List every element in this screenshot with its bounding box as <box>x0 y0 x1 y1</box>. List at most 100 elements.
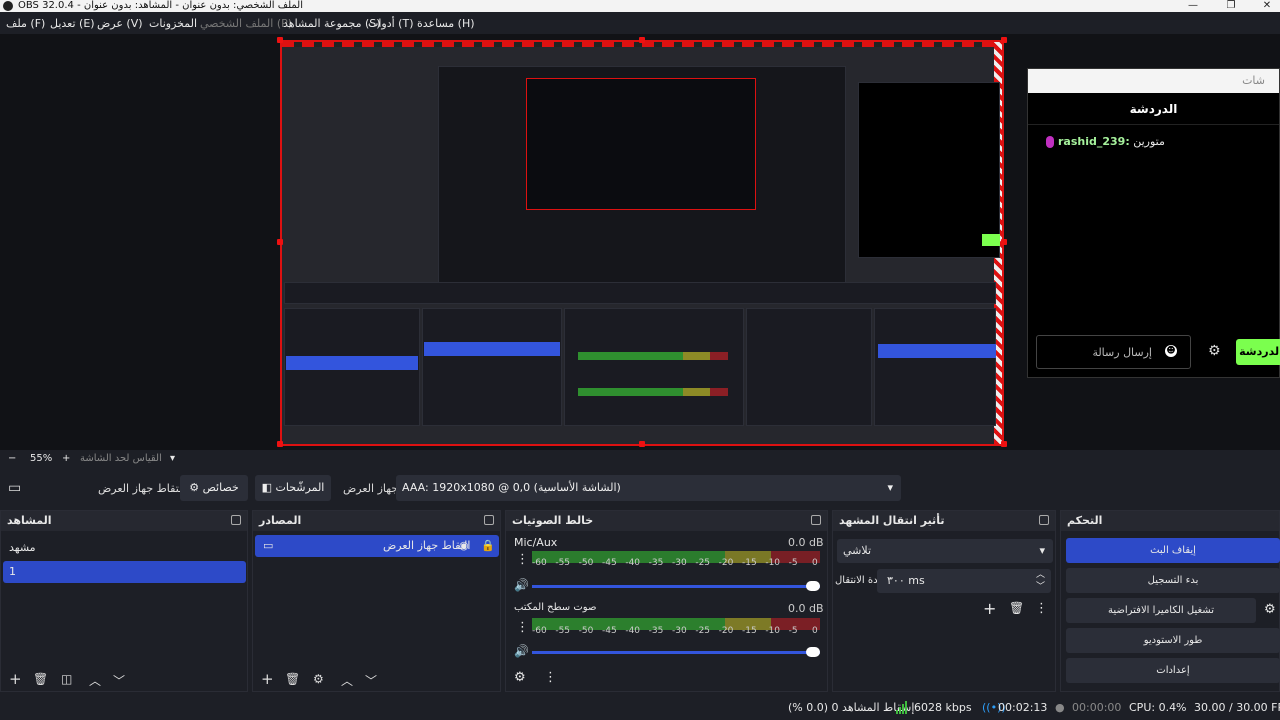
resize-handle-bl[interactable] <box>277 441 283 447</box>
speaker-icon[interactable]: 🔊 <box>514 578 529 592</box>
undock-icon[interactable] <box>1039 515 1049 525</box>
scenes-title-text: المشاهد <box>7 514 52 527</box>
resize-handle-t[interactable] <box>639 37 645 43</box>
resize-handle-tr[interactable] <box>1001 37 1007 43</box>
move-up-icon[interactable]: ︿ <box>341 672 353 689</box>
menu-docks[interactable]: المخزونات <box>149 17 197 30</box>
trash-icon[interactable]: 🗑 <box>1009 601 1024 615</box>
minimize-icon[interactable]: — <box>1182 0 1204 12</box>
trash-icon[interactable]: 🗑 <box>33 672 48 686</box>
meter-tick-label: -20 <box>718 626 734 636</box>
chevron-down-icon: ▾ <box>1039 544 1045 557</box>
studio-mode-button[interactable]: طور الاستوديو <box>1066 628 1280 653</box>
meter-tick-label: -25 <box>695 626 711 636</box>
kebab-menu-icon[interactable]: ⋮ <box>544 670 557 685</box>
mixer-channel-2-knob[interactable] <box>806 647 820 657</box>
menu-view[interactable]: عرض (V) <box>97 17 143 30</box>
resize-handle-l[interactable] <box>277 239 283 245</box>
undock-icon[interactable] <box>811 515 821 525</box>
nested-chat <box>858 82 1000 258</box>
settings-button[interactable]: إعدادات <box>1066 658 1280 683</box>
meter-tick-label: -5 <box>788 626 798 636</box>
mixer-channel-1-volume[interactable] <box>532 585 820 588</box>
chat-send-button[interactable]: الدردشة <box>1236 339 1280 365</box>
menu-file[interactable]: ملف (F) <box>6 17 45 30</box>
kebab-menu-icon[interactable]: ⋮ <box>1035 601 1048 616</box>
properties-button[interactable]: ⚙ خصائص <box>180 475 248 501</box>
stream-time: 00:02:13 <box>998 701 1048 714</box>
scale-dropdown-icon[interactable]: ▾ <box>170 453 175 464</box>
menu-tools[interactable]: أدوات (T) <box>368 17 414 30</box>
zoom-out-icon[interactable]: − <box>8 453 16 464</box>
menu-profile[interactable]: الملف الشخصي (P) <box>200 17 292 30</box>
transition-type-select[interactable]: تلاشي ▾ <box>837 539 1053 563</box>
move-down-icon[interactable]: ﹀ <box>365 672 377 689</box>
add-icon[interactable]: + <box>9 670 22 688</box>
kebab-menu-icon[interactable]: ⋮ <box>516 620 529 635</box>
menu-bar: ملف (F) تعديل (E) عرض (V) المخزونات المل… <box>0 12 1280 34</box>
status-bar: إسقاط المشاهد 0 (0.0 %) 6028 kbps ((•)) … <box>0 696 1280 720</box>
spin-down-icon[interactable]: ﹀ <box>1036 575 1045 599</box>
meter-tick-label: -20 <box>718 558 734 568</box>
transitions-dock: تأثير انتقال المشهد تلاشي ▾ مدة الانتقال… <box>832 510 1056 692</box>
chat-username[interactable]: rashid_239: <box>1058 135 1130 148</box>
speaker-icon[interactable]: 🔊 <box>514 644 529 658</box>
resize-handle-br[interactable] <box>1001 441 1007 447</box>
menu-help[interactable]: مساعدة (H) <box>417 17 475 30</box>
move-up-icon[interactable]: ︿ <box>89 672 101 689</box>
mixer-channel-1-knob[interactable] <box>806 581 820 591</box>
add-icon[interactable]: + <box>261 670 274 688</box>
menu-edit[interactable]: تعديل (E) <box>50 17 95 30</box>
chat-tab[interactable]: الدردشة <box>1028 93 1279 125</box>
source-item[interactable]: ▭ التقاط جهاز العرض ◉ 🔒 <box>255 535 499 557</box>
kebab-menu-icon[interactable]: ⋮ <box>516 552 529 567</box>
display-label: جهاز العرض <box>343 482 399 495</box>
display-capture-preview[interactable] <box>280 40 1004 446</box>
mixer-channel-1-level: 0.0 dB <box>788 536 824 549</box>
lock-icon[interactable]: 🔒 <box>481 535 495 557</box>
scenes-title: المشاهد <box>1 511 247 531</box>
maximize-icon[interactable]: ❐ <box>1220 0 1242 12</box>
meter-tick-label: -30 <box>672 626 687 636</box>
duration-spinbox[interactable]: ٣٠٠ ms ︿ ﹀ <box>877 569 1051 593</box>
resize-handle-b[interactable] <box>639 441 645 447</box>
nested-meter-1 <box>578 352 728 360</box>
eye-icon[interactable]: ◉ <box>459 535 469 557</box>
stop-streaming-button[interactable]: إيقاف البث <box>1066 538 1280 563</box>
chat-settings-icon[interactable]: ⚙ <box>1208 343 1221 359</box>
sources-title: المصادر <box>253 511 500 531</box>
gear-icon[interactable]: ⚙ <box>514 670 526 685</box>
menu-scene-collection[interactable]: مجموعة المشاهد (S) <box>283 17 381 30</box>
filters-button[interactable]: ◧ المرشّحات <box>255 475 331 501</box>
nested-chat-button <box>982 234 1000 246</box>
filter-icon[interactable]: ◫ <box>61 672 72 686</box>
emoji-icon[interactable]: ☻ <box>1165 345 1177 357</box>
resize-handle-r[interactable] <box>1001 239 1007 245</box>
trash-icon[interactable]: 🗑 <box>285 672 300 686</box>
gear-icon[interactable]: ⚙ <box>313 672 324 686</box>
nested-source-selected <box>424 342 560 356</box>
undock-icon[interactable] <box>484 515 494 525</box>
undock-icon[interactable] <box>231 515 241 525</box>
sources-title-text: المصادر <box>259 514 302 527</box>
move-down-icon[interactable]: ﹀ <box>113 672 125 689</box>
cpu-usage: CPU: 0.4% <box>1129 701 1187 714</box>
nested-controls-dock <box>874 308 996 426</box>
close-icon[interactable]: ✕ <box>1256 0 1278 12</box>
start-virtual-camera-button[interactable]: تشغيل الكاميرا الافتراضية <box>1066 598 1256 623</box>
monitor-icon: ▭ <box>263 539 274 552</box>
display-select[interactable]: AAA: 1920x1080 @ 0,0 (الشاشة الأساسية) ▾ <box>396 475 901 501</box>
scene-item[interactable]: 1 <box>3 561 246 583</box>
meter-tick-label: 0 <box>812 558 818 568</box>
scenes-footer: + 🗑 ◫ ︿ ﹀ <box>1 667 247 691</box>
resize-handle-tl[interactable] <box>277 37 283 43</box>
gear-icon[interactable]: ⚙ <box>1264 602 1276 617</box>
add-icon[interactable]: + <box>983 599 996 618</box>
record-icon: ● <box>1055 701 1065 714</box>
start-recording-button[interactable]: بدء التسجيل <box>1066 568 1280 593</box>
scale-to-window[interactable]: القياس لحد الشاشة <box>80 453 162 464</box>
transitions-title-text: تأثير انتقال المشهد <box>839 514 945 527</box>
mixer-channel-2-volume[interactable] <box>532 651 820 654</box>
chat-message-text: متورين <box>1133 135 1165 148</box>
zoom-in-icon[interactable]: + <box>62 453 70 464</box>
